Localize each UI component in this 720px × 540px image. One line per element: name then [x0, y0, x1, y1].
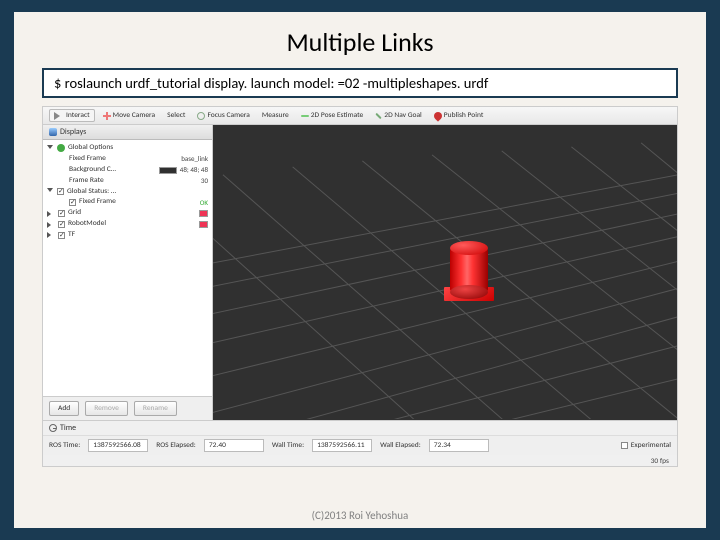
- select-label: Select: [167, 111, 185, 120]
- ros-elapsed-value: 72.40: [204, 439, 264, 452]
- move-icon: [103, 112, 111, 120]
- check-icon: [57, 188, 64, 195]
- nav-goal-label: 2D Nav Goal: [384, 111, 422, 120]
- expand-icon: [47, 188, 53, 195]
- grid-plane: [213, 125, 677, 419]
- target-icon: [197, 112, 205, 120]
- robot-cylinder-top: [450, 241, 488, 255]
- checkbox[interactable]: [58, 210, 65, 217]
- tf-row[interactable]: TF: [47, 230, 208, 241]
- display-tree[interactable]: Global Options Fixed Frame base_link Bac…: [43, 140, 212, 396]
- displays-panel: Displays Global Options Fixed Frame base…: [43, 125, 213, 420]
- 3d-viewport[interactable]: [213, 125, 677, 420]
- global-status-row[interactable]: Global Status: …: [47, 187, 208, 198]
- goal-icon: [376, 112, 382, 118]
- fps-display: 30 fps: [43, 455, 677, 466]
- bg-color-row[interactable]: Background C… 48; 48; 48: [47, 165, 208, 176]
- focus-camera-button[interactable]: Focus Camera: [193, 110, 253, 121]
- expand-icon: [47, 145, 53, 152]
- measure-button[interactable]: Measure: [258, 110, 293, 121]
- pin-icon: [432, 110, 443, 121]
- publish-point-button[interactable]: Publish Point: [430, 110, 488, 121]
- measure-label: Measure: [262, 111, 289, 120]
- displays-header[interactable]: Displays: [43, 125, 212, 140]
- wall-time-label: Wall Time:: [272, 441, 304, 450]
- robot-model-row[interactable]: RobotModel: [47, 219, 208, 230]
- robot-cylinder-bottom: [450, 285, 488, 299]
- checkbox[interactable]: [58, 232, 65, 239]
- check-icon: [69, 199, 76, 206]
- status-swatch-icon: [199, 221, 208, 228]
- robot-model: [448, 241, 490, 311]
- status-fixed-frame-label: Fixed Frame: [79, 197, 197, 208]
- bg-color-label: Background C…: [69, 165, 156, 176]
- move-camera-button[interactable]: Move Camera: [99, 110, 159, 121]
- color-swatch-icon: [159, 167, 177, 174]
- time-stats: ROS Time: 1387592566.08 ROS Elapsed: 72.…: [43, 436, 677, 455]
- expand-icon: [47, 211, 54, 217]
- status-fixed-frame-row[interactable]: Fixed Frame OK: [47, 197, 208, 208]
- global-status-label: Global Status: …: [67, 187, 208, 198]
- time-panel: Time ROS Time: 1387592566.08 ROS Elapsed…: [43, 420, 677, 466]
- interact-label: Interact: [66, 111, 90, 120]
- globe-icon: [57, 144, 65, 152]
- wall-elapsed-value: 72.34: [429, 439, 489, 452]
- experimental-toggle[interactable]: Experimental: [621, 441, 671, 450]
- interact-button[interactable]: Interact: [49, 109, 95, 122]
- clock-icon: [49, 424, 57, 432]
- frame-rate-row[interactable]: Frame Rate 30: [47, 176, 208, 187]
- wall-time-value: 1387592566.11: [312, 439, 372, 452]
- ros-elapsed-label: ROS Elapsed:: [156, 441, 196, 450]
- nav-goal-button[interactable]: 2D Nav Goal: [371, 110, 426, 121]
- status-swatch-icon: [199, 210, 208, 217]
- pose-estimate-label: 2D Pose Estimate: [311, 111, 364, 120]
- grid-label: Grid: [68, 208, 196, 219]
- fixed-frame-label: Fixed Frame: [69, 154, 178, 165]
- slide-title: Multiple Links: [14, 12, 706, 68]
- command-box: $ roslaunch urdf_tutorial display. launc…: [42, 68, 678, 98]
- ros-time-value: 1387592566.08: [88, 439, 148, 452]
- grid-row[interactable]: Grid: [47, 208, 208, 219]
- tf-label: TF: [68, 230, 208, 241]
- checkbox[interactable]: [58, 221, 65, 228]
- status-ok-value: OK: [200, 198, 208, 208]
- select-button[interactable]: Select: [163, 110, 189, 121]
- rename-button[interactable]: Rename: [134, 401, 177, 416]
- add-button[interactable]: Add: [49, 401, 79, 416]
- focus-camera-label: Focus Camera: [207, 111, 249, 120]
- global-options-label: Global Options: [68, 143, 208, 154]
- cursor-icon: [54, 112, 64, 120]
- checkbox[interactable]: [621, 442, 628, 449]
- rviz-toolbar: Interact Move Camera Select Focus Camera…: [43, 107, 677, 125]
- global-options-row[interactable]: Global Options: [47, 143, 208, 154]
- arrow-icon: [301, 115, 309, 117]
- wall-elapsed-label: Wall Elapsed:: [380, 441, 421, 450]
- move-camera-label: Move Camera: [113, 111, 155, 120]
- displays-icon: [49, 128, 57, 136]
- rviz-window: Interact Move Camera Select Focus Camera…: [42, 106, 678, 467]
- time-header[interactable]: Time: [43, 421, 677, 436]
- panel-button-row: Add Remove Rename: [43, 396, 212, 420]
- fixed-frame-row[interactable]: Fixed Frame base_link: [47, 154, 208, 165]
- publish-point-label: Publish Point: [444, 111, 484, 120]
- ros-time-label: ROS Time:: [49, 441, 80, 450]
- time-header-label: Time: [60, 423, 76, 433]
- fixed-frame-value: base_link: [181, 154, 208, 164]
- experimental-label: Experimental: [631, 441, 671, 450]
- frame-rate-label: Frame Rate: [69, 176, 198, 187]
- frame-rate-value: 30: [201, 176, 208, 186]
- expand-icon: [47, 222, 54, 228]
- bg-color-value: 48; 48; 48: [180, 165, 208, 175]
- robot-model-label: RobotModel: [68, 219, 196, 230]
- slide-footer: (C)2013 Roi Yehoshua: [14, 509, 706, 522]
- pose-estimate-button[interactable]: 2D Pose Estimate: [297, 110, 368, 121]
- displays-header-label: Displays: [60, 127, 86, 137]
- remove-button[interactable]: Remove: [85, 401, 128, 416]
- expand-icon: [47, 232, 54, 238]
